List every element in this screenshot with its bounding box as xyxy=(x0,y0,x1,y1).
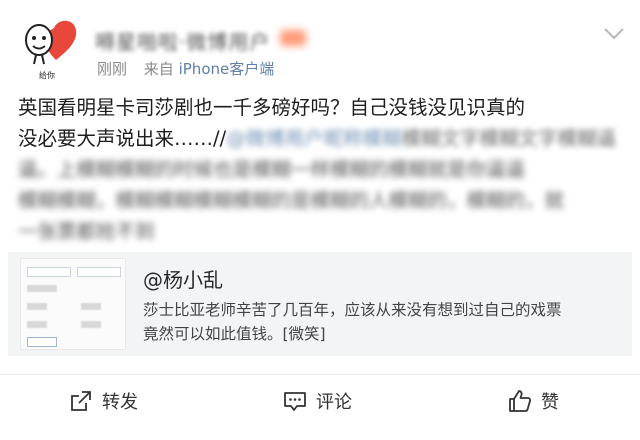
action-bar: 转发 评论 赞 xyxy=(0,376,640,426)
repost-author[interactable]: @杨小乱 xyxy=(143,264,223,293)
like-button[interactable]: 赞 xyxy=(507,386,559,416)
mention-link-blurred[interactable]: @微博用户昵称模糊 xyxy=(226,123,402,154)
repost-label: 转发 xyxy=(102,392,138,413)
repost-text-line: 竟然可以如此值钱。[微笑] xyxy=(143,325,326,343)
thumb-row xyxy=(81,303,101,310)
repost-card[interactable]: @杨小乱 莎士比亚老师辛苦了几百年，应该从来没有想到过自己的戏票 竟然可以如此值… xyxy=(8,252,632,356)
comment-label: 评论 xyxy=(316,392,352,413)
repost-text: 莎士比亚老师辛苦了几百年，应该从来没有想到过自己的戏票 竟然可以如此值钱。[微笑… xyxy=(143,298,627,346)
blurred-text-line: 模糊模糊，模糊模糊模糊模糊的是模糊的人模糊的，模糊的，就 xyxy=(18,189,565,212)
username[interactable]: 嘚星啪啦·微博用户 xyxy=(95,26,270,55)
avatar-caption: 给你 xyxy=(39,70,55,80)
vip-badge-blurred xyxy=(280,30,306,46)
comment-icon xyxy=(284,392,306,411)
post-time: 刚刚 xyxy=(97,60,128,78)
thumb-row xyxy=(81,321,101,328)
thumb-date-pill xyxy=(77,267,121,277)
thumb-row xyxy=(27,321,47,328)
comment-button[interactable]: 评论 xyxy=(282,386,352,416)
blurred-text: 模糊文字模糊文字模糊逼 xyxy=(401,127,617,150)
post-header: 给你 嘚星啪啦·微博用户 刚刚 来自 iPhone客户端 xyxy=(0,0,640,88)
post-meta: 刚刚 来自 iPhone客户端 xyxy=(97,58,274,79)
repost-thumbnail[interactable] xyxy=(20,258,126,350)
post-body: 英国看明星卡司莎剧也一千多磅好吗？自己没钱没见识真的 没必要大声说出来……//@… xyxy=(18,92,628,247)
blurred-text-line: 一张票都抢不到 xyxy=(18,220,155,243)
repost-text-line: 莎士比亚老师辛苦了几百年，应该从来没有想到过自己的戏票 xyxy=(143,301,562,319)
divider xyxy=(0,374,640,375)
post-device-link[interactable]: iPhone客户端 xyxy=(179,60,275,78)
thumb-selected-pill xyxy=(27,337,57,347)
avatar[interactable]: 给你 xyxy=(12,12,82,82)
post-text-line: 没必要大声说出来……//@微博用户昵称模糊模糊文字模糊文字模糊逼 xyxy=(18,123,628,154)
chevron-down-icon[interactable] xyxy=(601,22,627,44)
thumb-date-pill xyxy=(27,267,71,277)
thumb-row xyxy=(27,303,47,310)
post-text-line: 英国看明星卡司莎剧也一千多磅好吗？自己没钱没见识真的 xyxy=(18,96,526,119)
repost-button[interactable]: 转发 xyxy=(68,386,138,416)
share-icon xyxy=(71,391,91,411)
thumb-row xyxy=(27,285,57,292)
like-label: 赞 xyxy=(541,392,559,413)
post-text-fragment: 没必要大声说出来……// xyxy=(18,127,227,150)
blurred-text-line: 逼。上模糊模糊的时候也是模糊一样模糊的模糊就是你逼逼 xyxy=(18,158,526,181)
post-source-prefix: 来自 xyxy=(143,60,174,78)
heart-avatar-icon: 给你 xyxy=(25,20,77,80)
thumbs-up-icon xyxy=(509,390,532,412)
